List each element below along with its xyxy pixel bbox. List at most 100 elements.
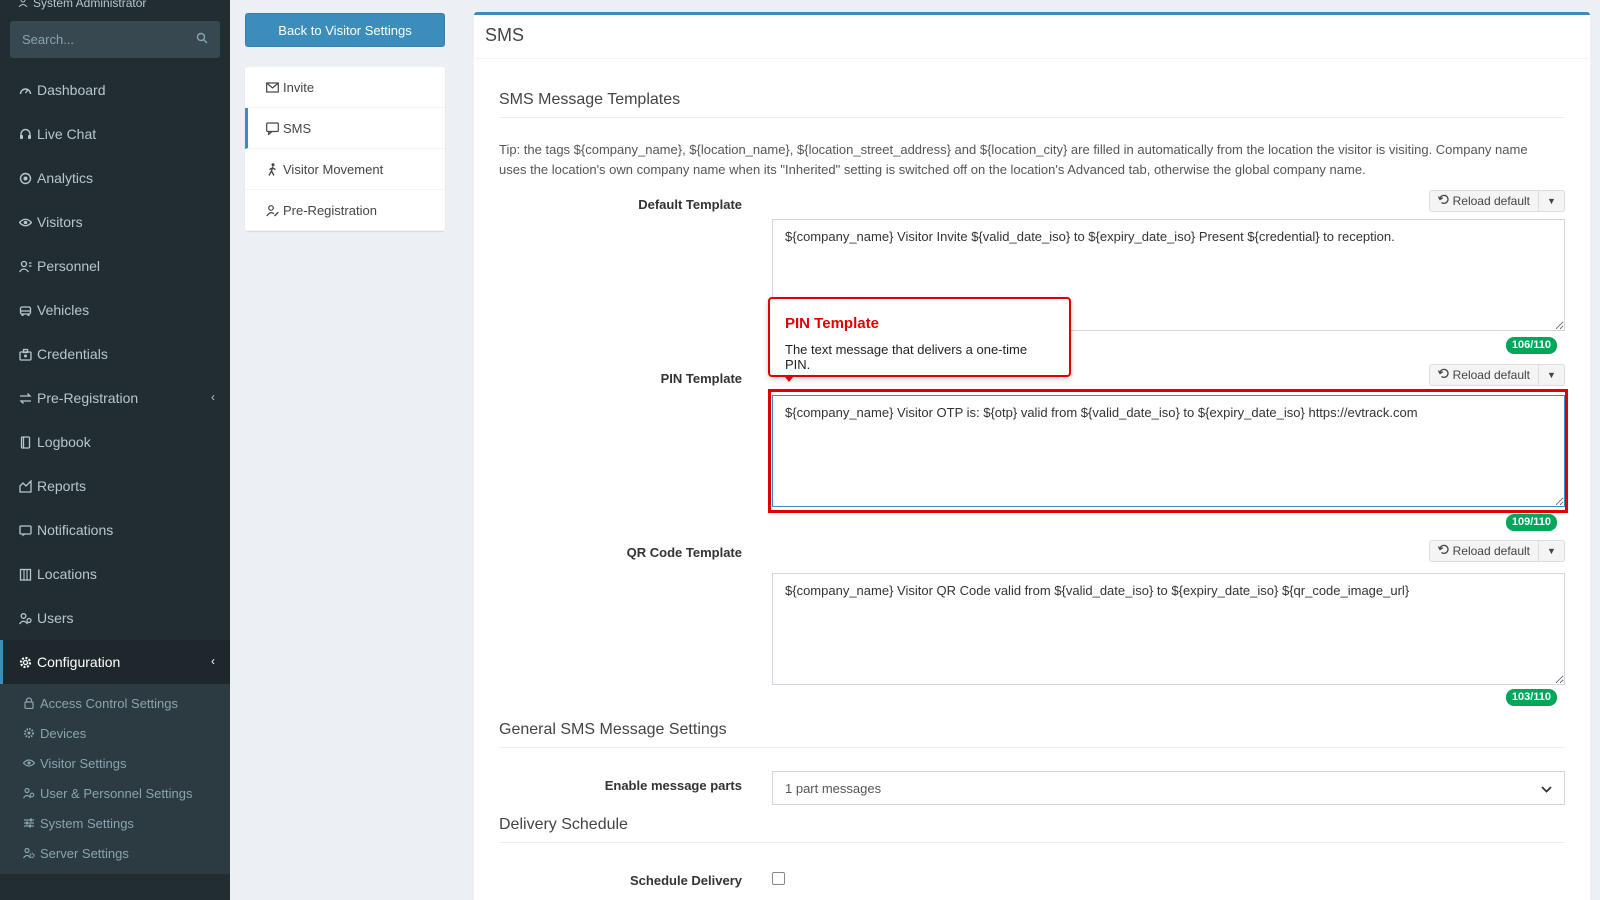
pin-template-reload-group: Reload default ▼ xyxy=(1428,364,1565,386)
subnav-item-label: Pre-Registration xyxy=(283,202,377,218)
message-parts-select[interactable]: 1 part messages xyxy=(772,771,1565,805)
subnav-item-label: SMS xyxy=(283,120,312,136)
sidebar-item-label: Dashboard xyxy=(37,82,106,98)
server-settings-icon xyxy=(22,846,36,860)
user-role: System Administrator xyxy=(18,0,146,10)
reload-default-button[interactable]: Reload default xyxy=(1428,540,1539,562)
tooltip-pointer xyxy=(785,377,793,382)
sidebar-item-label: Personnel xyxy=(37,258,101,274)
undo-icon xyxy=(1437,544,1449,558)
gear-icon xyxy=(18,655,32,669)
dashboard-icon xyxy=(18,83,32,97)
vehicle-icon xyxy=(18,303,32,317)
tip-text: Tip: the tags ${company_name}, ${locatio… xyxy=(499,142,1528,177)
page-title: SMS xyxy=(474,15,1590,59)
analytics-icon xyxy=(18,171,32,185)
sidebar-subitem-label: Devices xyxy=(40,725,87,741)
sidebar-item-visitors[interactable]: Visitors xyxy=(0,200,230,244)
users-icon xyxy=(22,786,36,800)
sidebar-subitem-devices[interactable]: Devices xyxy=(0,718,230,748)
lock-icon xyxy=(22,696,36,710)
sidebar-item-vehicles[interactable]: Vehicles xyxy=(0,288,230,332)
pin-template-textarea[interactable]: ${company_name} Visitor OTP is: ${otp} v… xyxy=(772,395,1565,507)
user-icon xyxy=(18,0,28,10)
subnav-item-pre-registration[interactable]: Pre-Registration xyxy=(245,190,445,231)
sidebar-item-label: Logbook xyxy=(37,434,91,450)
pin-template-tooltip: PIN Template The text message that deliv… xyxy=(768,297,1071,377)
search-input[interactable] xyxy=(22,32,196,47)
sidebar-item-locations[interactable]: Locations xyxy=(0,552,230,596)
sidebar-item-label: Visitors xyxy=(37,214,83,230)
subnav-item-invite[interactable]: Invite xyxy=(245,67,445,108)
default-template-char-count: 106/110 xyxy=(1505,337,1557,354)
sidebar-subitem-user-personnel-settings[interactable]: User & Personnel Settings xyxy=(0,778,230,808)
sidebar-item-live-chat[interactable]: Live Chat xyxy=(0,112,230,156)
settings-subnav: Invite SMS Visitor Movement Pre-Registra… xyxy=(245,67,445,231)
back-to-visitor-settings-button[interactable]: Back to Visitor Settings xyxy=(245,13,445,47)
search-icon[interactable] xyxy=(196,32,208,47)
sidebar-subitem-label: System Settings xyxy=(40,815,134,831)
sidebar-subitem-label: Visitor Settings xyxy=(40,755,127,771)
eye-icon xyxy=(22,756,36,770)
credentials-icon xyxy=(18,347,32,361)
default-template-label: Default Template xyxy=(638,197,742,212)
eye-icon xyxy=(18,215,32,229)
delivery-schedule-title: Delivery Schedule xyxy=(499,816,1565,843)
caret-down-icon[interactable]: ▼ xyxy=(1539,364,1565,386)
sidebar-item-pre-registration[interactable]: Pre-Registration ‹ xyxy=(0,376,230,420)
users-icon xyxy=(18,611,32,625)
chevron-down-icon xyxy=(1541,781,1552,796)
reload-default-label: Reload default xyxy=(1452,194,1530,208)
sidebar-item-configuration[interactable]: Configuration ‹ xyxy=(0,640,230,684)
sidebar-subitem-access-control-settings[interactable]: Access Control Settings xyxy=(0,688,230,718)
sidebar-subitem-system-settings[interactable]: System Settings xyxy=(0,808,230,838)
caret-down-icon[interactable]: ▼ xyxy=(1539,190,1565,212)
sidebar-item-logbook[interactable]: Logbook xyxy=(0,420,230,464)
user-role-label: System Administrator xyxy=(33,0,147,10)
schedule-delivery-label: Schedule Delivery xyxy=(630,873,742,888)
sidebar-item-label: Configuration xyxy=(37,654,121,670)
walking-icon xyxy=(265,162,279,176)
notifications-icon xyxy=(18,523,32,537)
reports-icon xyxy=(18,479,32,493)
reload-default-button[interactable]: Reload default xyxy=(1428,364,1539,386)
sidebar-search xyxy=(10,21,220,58)
sidebar-item-label: Pre-Registration xyxy=(37,390,139,406)
message-icon xyxy=(265,121,279,135)
reload-default-label: Reload default xyxy=(1452,544,1530,558)
message-parts-label: Enable message parts xyxy=(604,778,742,793)
sms-settings-panel: SMS SMS Message Templates Tip: the tags … xyxy=(474,12,1590,900)
undo-icon xyxy=(1437,194,1449,208)
sidebar-item-dashboard[interactable]: Dashboard xyxy=(0,68,230,112)
default-template-reload-group: Reload default ▼ xyxy=(1428,190,1565,212)
sidebar-item-label: Users xyxy=(37,610,74,626)
sidebar-item-label: Reports xyxy=(37,478,87,494)
sidebar-item-notifications[interactable]: Notifications xyxy=(0,508,230,552)
pin-template-label: PIN Template xyxy=(660,371,742,386)
reload-default-button[interactable]: Reload default xyxy=(1428,190,1539,212)
sidebar-subitem-visitor-settings[interactable]: Visitor Settings xyxy=(0,748,230,778)
sidebar-item-analytics[interactable]: Analytics xyxy=(0,156,230,200)
undo-icon xyxy=(1437,368,1449,382)
logbook-icon xyxy=(18,435,32,449)
configuration-submenu: Access Control Settings Devices Visitor … xyxy=(0,684,230,874)
sidebar-item-credentials[interactable]: Credentials xyxy=(0,332,230,376)
exchange-icon xyxy=(18,391,32,405)
subnav-item-sms[interactable]: SMS xyxy=(245,108,445,149)
sidebar-subitem-server-settings[interactable]: Server Settings xyxy=(0,838,230,868)
subnav-item-label: Invite xyxy=(283,79,315,95)
sidebar-item-personnel[interactable]: Personnel xyxy=(0,244,230,288)
sidebar-item-label: Analytics xyxy=(37,170,94,186)
caret-down-icon[interactable]: ▼ xyxy=(1539,540,1565,562)
qr-template-textarea[interactable]: ${company_name} Visitor QR Code valid fr… xyxy=(772,573,1565,685)
sms-templates-title: SMS Message Templates xyxy=(499,91,1565,118)
subnav-item-visitor-movement[interactable]: Visitor Movement xyxy=(245,149,445,190)
message-parts-value: 1 part messages xyxy=(785,780,882,796)
sidebar-item-reports[interactable]: Reports xyxy=(0,464,230,508)
pin-template-char-count: 109/110 xyxy=(1505,514,1557,531)
sidebar: System Administrator Dashboard Live Chat… xyxy=(0,0,230,900)
sidebar-item-users[interactable]: Users xyxy=(0,596,230,640)
qr-template-char-count: 103/110 xyxy=(1505,689,1557,706)
schedule-delivery-checkbox[interactable] xyxy=(772,872,785,885)
personnel-icon xyxy=(18,259,32,273)
